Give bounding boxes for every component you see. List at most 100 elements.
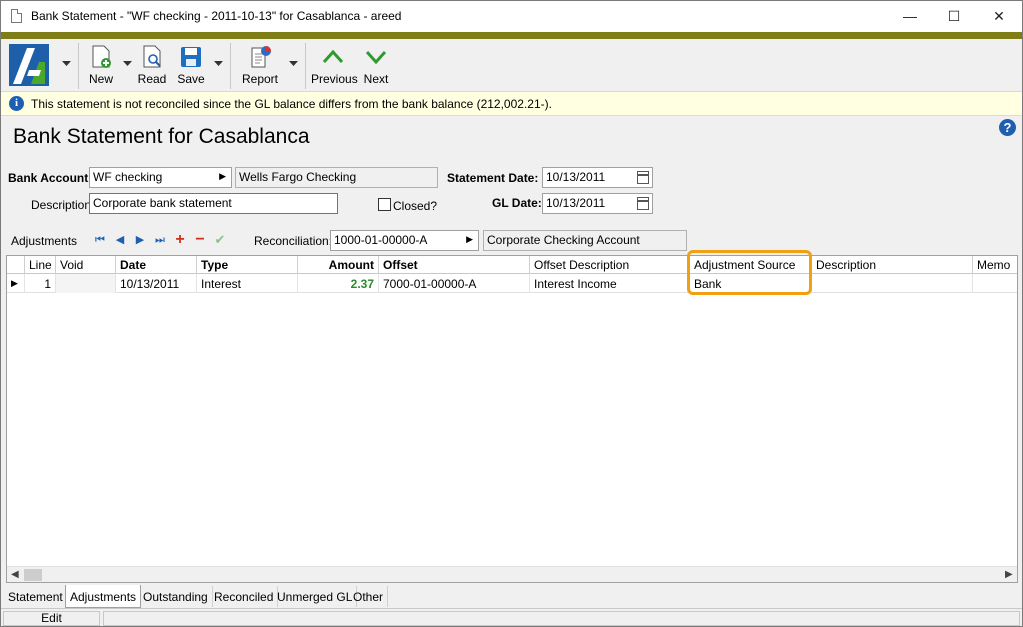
column-header[interactable]: Offset Description	[530, 256, 690, 274]
chevron-down-icon	[365, 50, 387, 65]
column-header[interactable]: Offset	[379, 256, 530, 274]
info-bar: i This statement is not reconciled since…	[1, 92, 1022, 116]
chevron-down-icon[interactable]	[123, 61, 132, 67]
reconciliation-field[interactable]: 1000-01-00000-A ▶	[330, 230, 479, 251]
description-label: Description:	[31, 198, 95, 212]
cell-offset-description[interactable]: Interest Income	[530, 274, 690, 293]
read-document-icon	[143, 45, 161, 68]
tab-statement[interactable]: Statement	[4, 586, 68, 607]
window-title: Bank Statement - "WF checking - 2011-10-…	[31, 9, 402, 23]
status-bar: Edit	[1, 608, 1022, 626]
delete-row-icon[interactable]: −	[194, 232, 206, 248]
maximize-button[interactable]: ☐	[931, 1, 977, 32]
cell-void[interactable]	[56, 274, 116, 293]
read-button[interactable]: Read	[135, 39, 169, 92]
previous-button[interactable]: Previous	[311, 39, 358, 92]
chevron-down-icon[interactable]	[214, 61, 223, 67]
cell-amount[interactable]: 2.37	[298, 274, 379, 293]
save-button[interactable]: Save	[174, 39, 208, 92]
bank-account-name-field: Wells Fargo Checking	[235, 167, 438, 188]
tab-outstanding[interactable]: Outstanding	[139, 586, 213, 607]
last-record-icon[interactable]: ⏭	[154, 234, 166, 246]
reconciliation-name-field: Corporate Checking Account	[483, 230, 687, 251]
chevron-down-icon[interactable]	[289, 61, 298, 67]
calendar-icon[interactable]	[637, 171, 649, 184]
toolbar-separator	[78, 43, 79, 89]
previous-label: Previous	[311, 72, 358, 86]
app-window: Bank Statement - "WF checking - 2011-10-…	[0, 0, 1023, 627]
chevron-up-icon	[322, 49, 344, 64]
cell-date[interactable]: 10/13/2011	[116, 274, 197, 293]
cell-type[interactable]: Interest	[197, 274, 298, 293]
app-logo-icon	[9, 44, 49, 86]
cell-offset[interactable]: 7000-01-00000-A	[379, 274, 530, 293]
tab-strip: Statement Adjustments Outstanding Reconc…	[4, 585, 1019, 608]
first-record-icon[interactable]: ⏮	[94, 234, 106, 246]
description-field[interactable]: Corporate bank statement	[89, 193, 338, 214]
toolbar-separator	[305, 43, 306, 89]
column-header[interactable]: Line	[25, 256, 56, 274]
chevron-down-icon[interactable]	[62, 61, 71, 67]
statement-date-value: 10/13/2011	[546, 170, 606, 184]
gl-date-label: GL Date:	[492, 196, 542, 210]
toolbar: New Read Save Report Previous Next	[1, 39, 1022, 92]
toolbar-separator	[230, 43, 231, 89]
table-row[interactable]: ▶ 1 10/13/2011 Interest 2.37 7000-01-000…	[7, 274, 1017, 293]
cell-description[interactable]	[812, 274, 973, 293]
app-logo-button[interactable]	[7, 39, 51, 92]
scroll-right-icon[interactable]: ▶	[1005, 569, 1013, 580]
reconciliation-value: 1000-01-00000-A	[334, 233, 428, 247]
next-record-icon[interactable]: ▶	[134, 234, 146, 246]
report-label: Report	[241, 72, 279, 86]
bank-account-value: WF checking	[93, 170, 163, 184]
statement-date-field[interactable]: 10/13/2011	[542, 167, 653, 188]
new-label: New	[88, 72, 113, 86]
highlight-box	[687, 250, 812, 295]
tab-unmerged-gl[interactable]: Unmerged GL	[273, 586, 358, 607]
closed-checkbox[interactable]	[378, 198, 391, 211]
column-header[interactable]: Memo	[973, 256, 1017, 274]
scroll-left-icon[interactable]: ◀	[11, 569, 19, 580]
info-icon: i	[9, 96, 24, 111]
closed-label: Closed?	[393, 199, 438, 213]
column-header[interactable]: Date	[116, 256, 197, 274]
minimize-button[interactable]: —	[887, 1, 933, 32]
accent-bar	[1, 32, 1022, 39]
page-title: Bank Statement for Casablanca	[13, 125, 310, 148]
scroll-thumb[interactable]	[24, 569, 42, 581]
status-mode: Edit	[3, 611, 100, 626]
tab-adjustments[interactable]: Adjustments	[65, 585, 142, 608]
reconciliation-label: Reconciliation:	[254, 234, 333, 248]
report-icon	[251, 46, 271, 68]
check-icon[interactable]: ✔	[214, 233, 226, 246]
calendar-icon[interactable]	[637, 197, 649, 210]
statement-date-label: Statement Date:	[447, 171, 539, 185]
cell-line[interactable]: 1	[25, 274, 56, 293]
bank-account-field[interactable]: WF checking ▶	[89, 167, 232, 188]
triangle-right-icon[interactable]: ▶	[219, 171, 226, 182]
next-label: Next	[363, 72, 389, 86]
close-button[interactable]: ✕	[976, 1, 1022, 32]
document-icon	[11, 9, 22, 23]
new-document-icon	[92, 45, 111, 68]
cell-memo[interactable]	[973, 274, 1017, 293]
column-header[interactable]: Amount	[298, 256, 379, 274]
save-label: Save	[177, 72, 205, 86]
column-header[interactable]: Type	[197, 256, 298, 274]
next-button[interactable]: Next	[361, 39, 391, 92]
tab-reconciled[interactable]: Reconciled	[210, 586, 279, 607]
horizontal-scrollbar[interactable]: ◀ ▶	[7, 566, 1017, 582]
add-row-icon[interactable]: +	[174, 232, 186, 248]
new-button[interactable]: New	[85, 39, 117, 92]
info-message: This statement is not reconciled since t…	[31, 97, 552, 111]
tab-other[interactable]: Other	[349, 586, 389, 607]
column-header[interactable]: Void	[56, 256, 116, 274]
help-icon[interactable]: ?	[999, 119, 1016, 136]
current-row-icon: ▶	[7, 274, 25, 293]
title-bar: Bank Statement - "WF checking - 2011-10-…	[1, 1, 1022, 32]
gl-date-field[interactable]: 10/13/2011	[542, 193, 653, 214]
triangle-right-icon[interactable]: ▶	[466, 234, 473, 245]
column-header[interactable]: Description	[812, 256, 973, 274]
report-button[interactable]: Report	[239, 39, 281, 92]
prev-record-icon[interactable]: ◀	[114, 234, 126, 246]
